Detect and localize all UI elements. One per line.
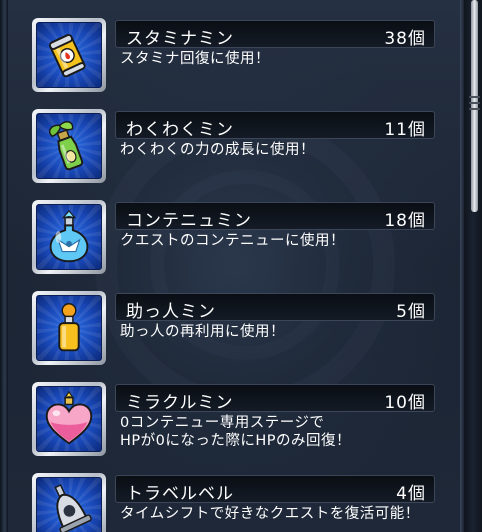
- item-row-miracle[interactable]: ミラクルミン 10個 0コンテニュー専用ステージで HPが0になった際にHPのみ…: [0, 364, 460, 456]
- item-name: コンテニュミン: [126, 211, 252, 231]
- item-name: ミラクルミン: [126, 393, 234, 413]
- item-name-bar: トラベルベル 4個: [115, 475, 435, 504]
- item-count: 11個: [384, 120, 426, 140]
- item-name-bar: ミラクルミン 10個: [115, 384, 435, 413]
- item-icon-frame: [32, 382, 106, 456]
- item-row-stamina[interactable]: スタミナミン 38個 スタミナ回復に使用！: [0, 0, 460, 92]
- item-name: わくわくミン: [126, 120, 234, 140]
- item-row-continue[interactable]: コンテニュミン 18個 クエストのコンテニューに使用！: [0, 182, 460, 274]
- item-description: クエストのコンテニューに使用！: [120, 233, 345, 249]
- item-name: スタミナミン: [126, 29, 234, 49]
- item-description: わくわくの力の成長に使用！: [120, 142, 315, 158]
- item-list-panel: スタミナミン 38個 スタミナ回復に使用！ わくわくミン 11個 わくわくの力の…: [0, 0, 482, 532]
- orange-helper-bottle-icon: [36, 295, 102, 361]
- item-count: 18個: [384, 211, 426, 231]
- item-row-travel-bell[interactable]: トラベルベル 4個 タイムシフトで好きなクエストを復活可能！: [0, 455, 460, 532]
- item-name-bar: わくわくミン 11個: [115, 111, 435, 140]
- sprout-bottle-icon: [36, 113, 102, 179]
- item-description: タイムシフトで好きなクエストを復活可能！: [120, 506, 420, 522]
- item-name: 助っ人ミン: [126, 302, 216, 322]
- blue-potion-flask-icon: [36, 204, 102, 270]
- stamina-drink-can-icon: [36, 22, 102, 88]
- scrollbar-grip-icon: [469, 96, 480, 118]
- heart-potion-icon: [36, 386, 102, 452]
- item-description: スタミナ回復に使用！: [120, 51, 270, 67]
- item-count: 4個: [396, 484, 426, 504]
- item-name-bar: スタミナミン 38個: [115, 20, 435, 49]
- item-description: 0コンテニュー専用ステージで HPが0になった際にHPのみ回復！: [120, 415, 352, 449]
- item-count: 5個: [396, 302, 426, 322]
- item-icon-frame: [32, 291, 106, 365]
- item-icon-frame: [32, 18, 106, 92]
- item-icon-frame: [32, 200, 106, 274]
- item-row-helper[interactable]: 助っ人ミン 5個 助っ人の再利用に使用！: [0, 273, 460, 365]
- item-name-bar: コンテニュミン 18個: [115, 202, 435, 231]
- item-icon-frame: [32, 473, 106, 532]
- item-icon-frame: [32, 109, 106, 183]
- item-count: 10個: [384, 393, 426, 413]
- item-row-wakuwaku[interactable]: わくわくミン 11個 わくわくの力の成長に使用！: [0, 91, 460, 183]
- item-name-bar: 助っ人ミン 5個: [115, 293, 435, 322]
- travel-bell-icon: [36, 477, 102, 532]
- item-name: トラベルベル: [126, 484, 234, 504]
- item-description: 助っ人の再利用に使用！: [120, 324, 285, 340]
- item-count: 38個: [384, 29, 426, 49]
